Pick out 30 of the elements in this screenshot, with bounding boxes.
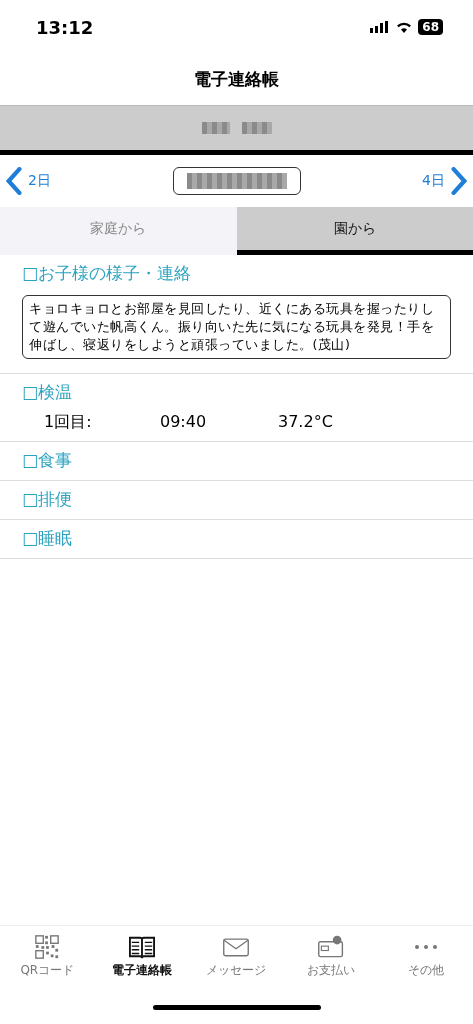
signal-icon <box>370 21 391 33</box>
section-title: □排便 <box>22 488 74 511</box>
battery-level: 68 <box>418 19 443 35</box>
page-title: 電子連絡帳 <box>194 68 279 91</box>
section-title: □睡眠 <box>22 527 74 550</box>
tab[interactable]: 園から <box>236 207 473 255</box>
wallet-icon <box>317 934 346 960</box>
book-icon <box>127 934 156 960</box>
next-day-button[interactable]: 4日 <box>422 167 467 195</box>
tab[interactable]: 家庭から <box>0 207 237 255</box>
nav-item[interactable]: 電子連絡帳 <box>94 934 190 990</box>
nav-item[interactable]: その他 <box>378 934 473 990</box>
previous-day-button[interactable]: 2日 <box>6 167 51 195</box>
reading-time: 09:40 <box>160 412 208 433</box>
chevron-left-icon <box>6 167 22 195</box>
qr-code-icon <box>33 934 62 960</box>
wifi-icon <box>396 21 413 33</box>
nav-item[interactable]: QRコード <box>0 934 95 990</box>
section-title: □検温 <box>22 381 74 404</box>
date-field[interactable] <box>172 167 301 195</box>
reading-value: 37.2°C <box>278 412 333 433</box>
note-text: キョロキョロとお部屋を見回したり、近くにある玩具を握ったりして遊んでいた帆高くん。振り向いた先に気になる玩具を発見！手を伸ばし、寝返りをしようと頑張っていました。(茂山) <box>22 295 451 359</box>
nav-item[interactable]: お支払い <box>283 934 379 990</box>
section-title: □食事 <box>22 449 74 472</box>
chevron-right-icon <box>451 167 467 195</box>
nav-item[interactable]: メッセージ <box>189 934 284 990</box>
more-icon <box>414 945 437 949</box>
reading-label: 1回目: <box>44 412 93 433</box>
status-time: 13:12 <box>36 16 94 38</box>
section-title: □お子様の様子・連絡 <box>22 262 193 285</box>
